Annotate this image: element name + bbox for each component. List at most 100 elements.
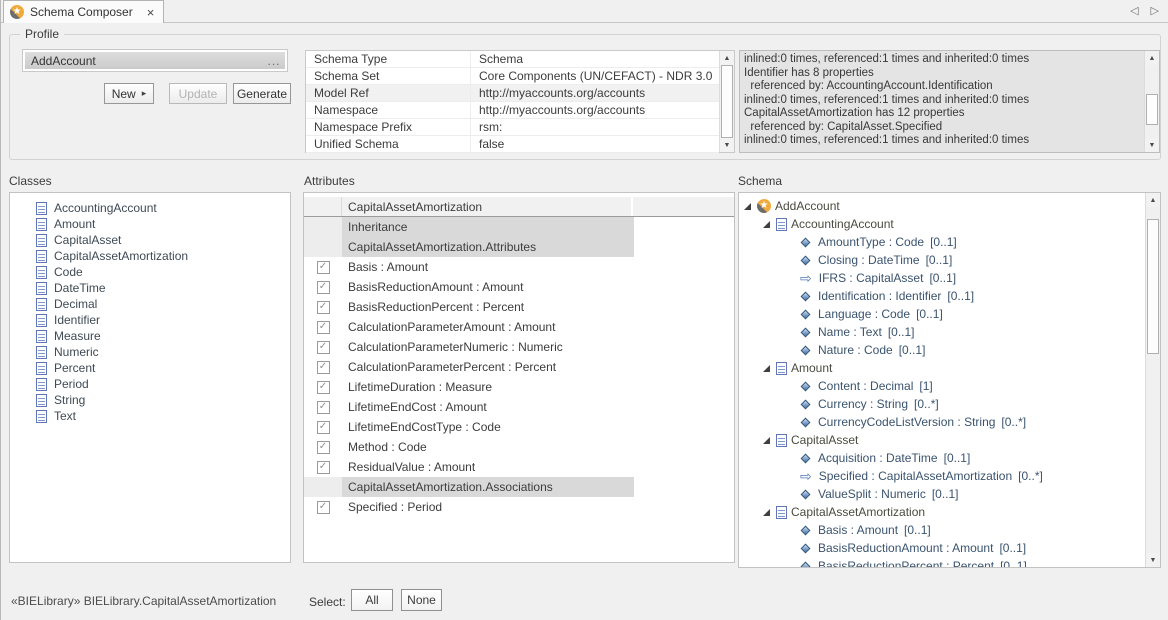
expander-icon[interactable] — [763, 365, 770, 372]
scroll-down-icon[interactable]: ▼ — [720, 138, 734, 152]
attribute-row[interactable]: ✓CalculationParameterAmount : Amount — [304, 317, 734, 337]
property-value[interactable]: Schema — [470, 51, 719, 67]
expander-icon[interactable] — [763, 221, 770, 228]
class-list-item[interactable]: CapitalAssetAmortization — [10, 248, 290, 264]
schema-tree-node[interactable]: Acquisition : DateTime[0..1] — [739, 449, 1145, 467]
attribute-checkbox[interactable]: ✓ — [317, 401, 330, 414]
attribute-row[interactable]: ✓BasisReductionAmount : Amount — [304, 277, 734, 297]
attribute-row[interactable]: ✓Method : Code — [304, 437, 734, 457]
property-value[interactable]: Core Components (UN/CEFACT) - NDR 3.0 — [470, 68, 719, 84]
class-list-item[interactable]: Period — [10, 376, 290, 392]
class-list-item[interactable]: Decimal — [10, 296, 290, 312]
attribute-row[interactable]: ✓Specified : Period — [304, 497, 734, 517]
attribute-checkbox[interactable]: ✓ — [317, 301, 330, 314]
attribute-row[interactable]: ✓LifetimeEndCostType : Code — [304, 417, 734, 437]
property-value[interactable]: rsm: — [470, 119, 719, 135]
attribute-icon — [801, 489, 811, 499]
attribute-label: CalculationParameterPercent : Percent — [342, 360, 556, 374]
group-checkbox-spacer — [304, 477, 342, 497]
tab-scroll-right-icon[interactable]: ▷ — [1151, 4, 1159, 17]
schema-tree-node[interactable]: Identification : Identifier[0..1] — [739, 287, 1145, 305]
schema-tree-node[interactable]: Amount — [739, 359, 1145, 377]
schema-tree-node[interactable]: Closing : DateTime[0..1] — [739, 251, 1145, 269]
class-list-item[interactable]: Percent — [10, 360, 290, 376]
class-item-label: CapitalAsset — [54, 233, 121, 247]
attribute-row[interactable]: ✓LifetimeEndCost : Amount — [304, 397, 734, 417]
attribute-row[interactable]: ✓ResidualValue : Amount — [304, 457, 734, 477]
class-list-item[interactable]: DateTime — [10, 280, 290, 296]
schema-tree-node[interactable]: Language : Code[0..1] — [739, 305, 1145, 323]
property-value[interactable]: http://myaccounts.org/accounts — [470, 102, 719, 118]
attribute-checkbox[interactable]: ✓ — [317, 381, 330, 394]
attribute-checkbox[interactable]: ✓ — [317, 361, 330, 374]
profile-log: inlined:0 times, referenced:1 times and … — [739, 50, 1160, 153]
schema-tree-node[interactable]: BasisReductionAmount : Amount[0..1] — [739, 539, 1145, 557]
schema-tree-node[interactable]: AmountType : Code[0..1] — [739, 233, 1145, 251]
property-value[interactable]: http://myaccounts.org/accounts — [470, 85, 719, 101]
class-list-item[interactable]: CapitalAsset — [10, 232, 290, 248]
class-list-item[interactable]: String — [10, 392, 290, 408]
schema-tree-node[interactable]: ⇨IFRS : CapitalAsset[0..1] — [739, 269, 1145, 287]
schema-tree-node[interactable]: ValueSplit : Numeric[0..1] — [739, 485, 1145, 503]
expander-icon[interactable] — [763, 437, 770, 444]
scroll-down-icon[interactable]: ▼ — [1145, 138, 1159, 152]
attribute-row[interactable]: ✓ CalculationParameterPercent : Percent — [304, 357, 734, 377]
tab-schema-composer[interactable]: ★ Schema Composer × — [3, 0, 164, 23]
schema-tree-node[interactable]: CapitalAssetAmortization — [739, 503, 1145, 521]
tab-close-icon[interactable]: × — [147, 5, 155, 20]
schema-tree-node[interactable]: CurrencyCodeListVersion : String[0..*] — [739, 413, 1145, 431]
schema-tree-node[interactable]: Name : Text[0..1] — [739, 323, 1145, 341]
attribute-checkbox[interactable]: ✓ — [317, 341, 330, 354]
scrollbar-thumb[interactable] — [1146, 94, 1158, 125]
schema-tree-node[interactable]: Basis : Amount[0..1] — [739, 521, 1145, 539]
browse-button[interactable]: ... — [263, 54, 285, 68]
attribute-row[interactable]: ✓CalculationParameterNumeric : Numeric — [304, 337, 734, 357]
select-none-button[interactable]: None — [401, 589, 442, 611]
schema-tree-node[interactable]: Nature : Code[0..1] — [739, 341, 1145, 359]
tree-node-cardinality: [0..1] — [904, 523, 931, 537]
class-list-item[interactable]: AccountingAccount — [10, 200, 290, 216]
scroll-down-icon[interactable]: ▼ — [1146, 553, 1160, 567]
expander-icon[interactable] — [763, 509, 770, 516]
attribute-checkbox[interactable]: ✓ — [317, 261, 330, 274]
new-button[interactable]: New ▸ — [104, 83, 154, 104]
update-button[interactable]: Update — [169, 83, 227, 104]
attribute-row[interactable]: ✓Basis : Amount — [304, 257, 734, 277]
attribute-row[interactable]: ✓LifetimeDuration : Measure — [304, 377, 734, 397]
schema-tree-node[interactable]: AccountingAccount — [739, 215, 1145, 233]
scrollbar-thumb[interactable] — [1147, 219, 1159, 354]
schema-tree-node[interactable]: ★AddAccount — [739, 197, 1145, 215]
class-list-item[interactable]: Measure — [10, 328, 290, 344]
schema-tree-node[interactable]: BasisReductionPercent : Percent[0..1] — [739, 557, 1145, 567]
attribute-checkbox[interactable]: ✓ — [317, 501, 330, 514]
schema-tree-node[interactable]: CapitalAsset — [739, 431, 1145, 449]
profile-name-field[interactable]: AddAccount ... — [22, 49, 288, 72]
attribute-checkbox[interactable]: ✓ — [317, 441, 330, 454]
expander-icon[interactable] — [744, 203, 751, 210]
attribute-checkbox[interactable]: ✓ — [317, 421, 330, 434]
scrollbar-thumb[interactable] — [721, 65, 733, 138]
class-list-item[interactable]: Text — [10, 408, 290, 424]
select-all-button[interactable]: All — [351, 589, 393, 611]
scroll-up-icon[interactable]: ▲ — [1145, 51, 1159, 65]
class-list-item[interactable]: Code — [10, 264, 290, 280]
attribute-row[interactable]: ✓BasisReductionPercent : Percent — [304, 297, 734, 317]
schema-tree-node[interactable]: Currency : String[0..*] — [739, 395, 1145, 413]
schema-scrollbar: ▲ ▼ — [1145, 193, 1160, 567]
attribute-checkbox[interactable]: ✓ — [317, 281, 330, 294]
generate-button[interactable]: Generate — [233, 83, 291, 104]
class-list-item[interactable]: Identifier — [10, 312, 290, 328]
tab-scroll-left-icon[interactable]: ◁ — [1130, 4, 1138, 17]
property-value[interactable]: false — [470, 136, 719, 152]
check-icon: ✓ — [319, 462, 327, 472]
attribute-checkbox[interactable]: ✓ — [317, 321, 330, 334]
scroll-up-icon[interactable]: ▲ — [720, 51, 734, 65]
scroll-up-icon[interactable]: ▲ — [1146, 193, 1160, 207]
property-label: Model Ref — [306, 86, 470, 100]
class-list-item[interactable]: Amount — [10, 216, 290, 232]
schema-tree-node[interactable]: Content : Decimal[1] — [739, 377, 1145, 395]
class-list-item[interactable]: Numeric — [10, 344, 290, 360]
schema-tree-node[interactable]: ⇨Specified : CapitalAssetAmortization[0.… — [739, 467, 1145, 485]
checkbox-cell: ✓ — [304, 437, 342, 457]
attribute-checkbox[interactable]: ✓ — [317, 461, 330, 474]
